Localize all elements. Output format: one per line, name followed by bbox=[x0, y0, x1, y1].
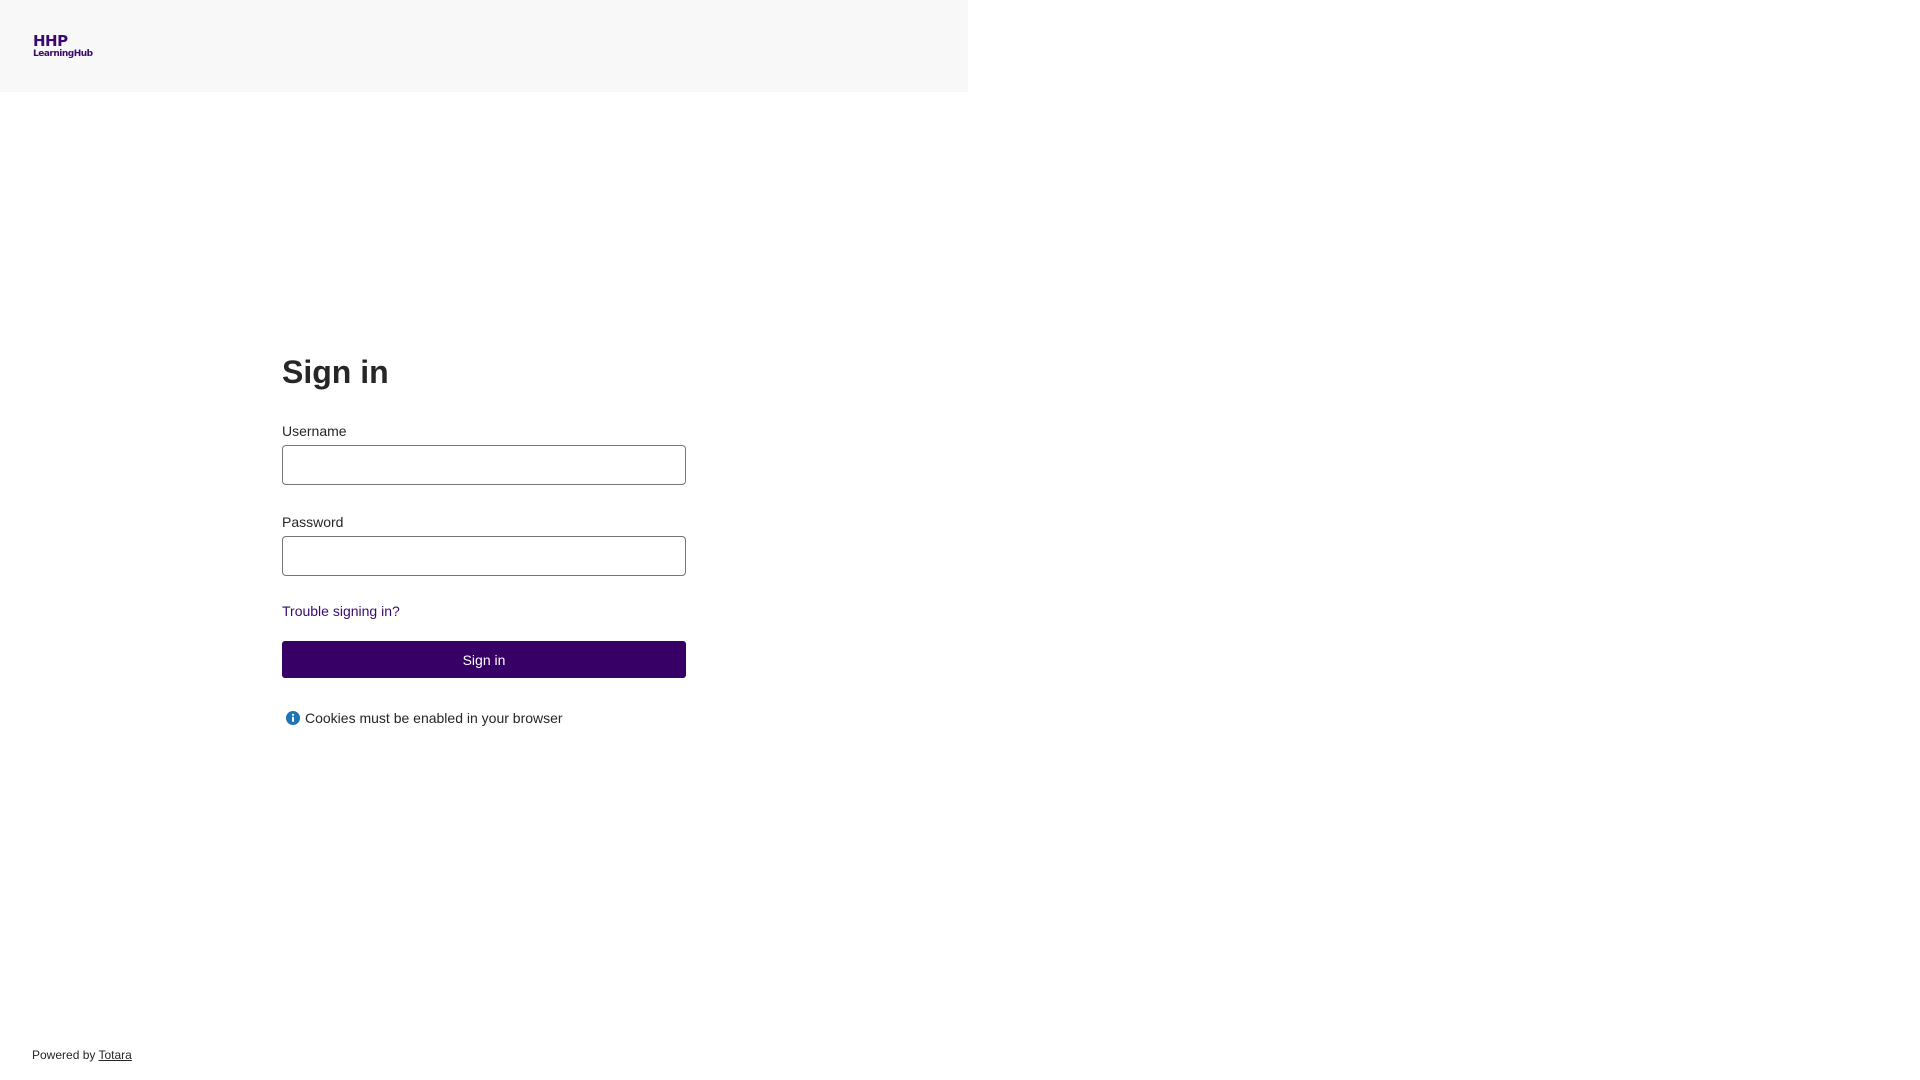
cookies-notice-text: Cookies must be enabled in your browser bbox=[305, 710, 563, 726]
trouble-signing-in-link[interactable]: Trouble signing in? bbox=[282, 602, 400, 620]
password-input[interactable] bbox=[282, 536, 686, 576]
site-logo[interactable]: HHP LearningHub bbox=[33, 34, 93, 59]
sign-in-button[interactable]: Sign in bbox=[282, 641, 686, 678]
login-panel: HHP LearningHub Sign in Username Passwor… bbox=[0, 0, 968, 1080]
page-footer: Powered by Totara bbox=[32, 1048, 132, 1062]
page-header: HHP LearningHub bbox=[0, 0, 968, 92]
powered-by-text: Powered by bbox=[32, 1048, 96, 1062]
username-input[interactable] bbox=[282, 445, 686, 485]
info-icon bbox=[286, 711, 300, 725]
cookies-notice: Cookies must be enabled in your browser bbox=[282, 710, 686, 726]
password-label: Password bbox=[282, 514, 344, 530]
login-form: Sign in Username Password Trouble signin… bbox=[282, 352, 686, 726]
page-title: Sign in bbox=[282, 354, 389, 390]
username-label: Username bbox=[282, 423, 347, 439]
logo-text-hhp: HHP bbox=[33, 32, 68, 50]
totara-link[interactable]: Totara bbox=[99, 1048, 132, 1062]
logo-text-learninghub: LearningHub bbox=[33, 49, 93, 59]
